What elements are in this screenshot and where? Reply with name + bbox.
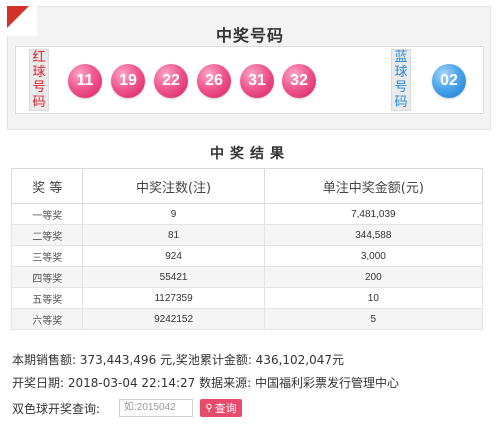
red-ball: 19 — [111, 64, 145, 98]
prize-level: 四等奖 — [10, 266, 84, 288]
prize-level: 六等奖 — [10, 308, 84, 330]
winner-count: 81 — [82, 224, 265, 246]
winner-count: 55421 — [82, 266, 265, 288]
blue-label-char: 蓝 — [394, 50, 408, 65]
red-label-char: 球 — [32, 65, 46, 80]
table-row: 六等奖 9242152 5 — [10, 308, 484, 330]
column-header-level: 奖 等 — [10, 168, 84, 204]
red-ball-label: 红 球 号 码 — [29, 49, 49, 111]
winner-count: 924 — [82, 245, 265, 267]
search-icon: ⚲ — [205, 402, 213, 414]
winning-numbers-title: 中奖号码 — [215, 26, 284, 45]
red-label-char: 红 — [32, 50, 46, 65]
winner-count: 9242152 — [82, 308, 265, 330]
draw-info: 开奖日期: 2018-03-04 22:14:27 数据来源: 中国福利彩票发行… — [12, 376, 399, 390]
prize-amount: 10 — [263, 287, 484, 309]
table-row: 五等奖 1127359 10 — [10, 287, 484, 309]
query-label: 双色球开奖查询: — [12, 402, 101, 416]
column-header-amount: 单注中奖金额(元) — [263, 168, 484, 204]
table-row: 四等奖 55421 200 — [10, 266, 484, 288]
table-row: 三等奖 924 3,000 — [10, 245, 484, 267]
prize-level: 五等奖 — [10, 287, 84, 309]
table-row: 一等奖 9 7,481,039 — [10, 203, 484, 225]
prize-level: 一等奖 — [10, 203, 84, 225]
winner-count: 1127359 — [82, 287, 265, 309]
prize-table: 奖 等 中奖注数(注) 单注中奖金额(元) 一等奖 9 7,481,039 二等… — [10, 168, 484, 330]
red-label-char: 号 — [32, 80, 46, 95]
prize-amount: 7,481,039 — [263, 203, 484, 225]
query-button[interactable]: ⚲ 查询 — [200, 399, 242, 417]
blue-ball: 02 — [432, 64, 466, 98]
prize-amount: 3,000 — [263, 245, 484, 267]
prize-level: 三等奖 — [10, 245, 84, 267]
red-ball: 32 — [282, 64, 316, 98]
red-ball: 31 — [240, 64, 274, 98]
table-row: 二等奖 81 344,588 — [10, 224, 484, 246]
blue-label-char: 码 — [394, 95, 408, 110]
prize-amount: 344,588 — [263, 224, 484, 246]
red-ball: 22 — [154, 64, 188, 98]
blue-ball-label: 蓝 球 号 码 — [391, 49, 411, 111]
prize-level: 二等奖 — [10, 224, 84, 246]
prize-amount: 5 — [263, 308, 484, 330]
sales-info: 本期销售额: 373,443,496 元,奖池累计金额: 436,102,047… — [12, 353, 345, 367]
query-button-label: 查询 — [214, 402, 237, 415]
red-ball: 26 — [197, 64, 231, 98]
issue-search-input[interactable]: 如:2015042 — [119, 399, 193, 417]
blue-label-char: 号 — [394, 80, 408, 95]
winner-count: 9 — [82, 203, 265, 225]
red-ball: 11 — [68, 64, 102, 98]
blue-label-char: 球 — [394, 65, 408, 80]
red-label-char: 码 — [32, 95, 46, 110]
column-header-count: 中奖注数(注) — [82, 168, 265, 204]
prize-amount: 200 — [263, 266, 484, 288]
prize-results-title: 中奖结果 — [210, 146, 290, 162]
